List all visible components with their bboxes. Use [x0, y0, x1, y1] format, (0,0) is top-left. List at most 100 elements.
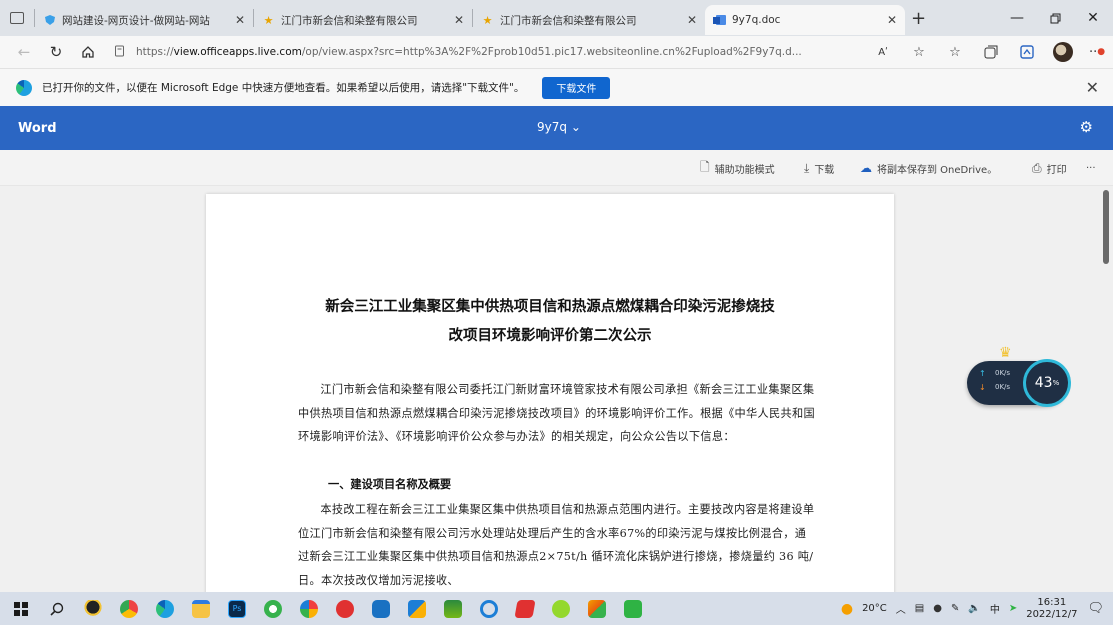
section-heading: 一、建设项目名称及概要: [328, 477, 452, 491]
more-options-button[interactable]: ···: [1086, 150, 1096, 186]
paragraph-intro: 江门市新会信和染整有限公司委托江门新财富环境管家技术有限公司承担《新会三江工业集…: [298, 383, 815, 443]
edge-info-bar: 已打开你的文件，以便在 Microsoft Edge 中快速方便地查看。如果希望…: [0, 68, 1113, 106]
close-tab-icon[interactable]: ✕: [235, 13, 245, 27]
paint-app-icon[interactable]: [582, 594, 612, 624]
pen-icon[interactable]: ✎: [951, 603, 959, 614]
extension-icon[interactable]: [1009, 38, 1045, 66]
word-brand[interactable]: Word: [18, 121, 57, 136]
search-icon[interactable]: [42, 594, 72, 624]
accessibility-mode-button[interactable]: 🗋 辅助功能模式: [700, 150, 775, 186]
map-app-icon[interactable]: [438, 594, 468, 624]
chrome-icon[interactable]: [114, 594, 144, 624]
close-window-button[interactable]: ✕: [1070, 0, 1113, 36]
edge-icon[interactable]: [150, 594, 180, 624]
chevron-up-icon[interactable]: ︿: [896, 601, 906, 616]
security-tray-icon[interactable]: ➤: [1009, 603, 1017, 614]
title-line-1: 新会三江工业集聚区集中供热项目信和热源点燃煤耦合印染污泥掺烧技: [325, 298, 775, 315]
green-browser-icon[interactable]: [258, 594, 288, 624]
download-icon: ⤓: [804, 160, 810, 175]
print-button[interactable]: ⎙ 打印: [1032, 150, 1067, 186]
upload-rate: 0K/s: [995, 369, 1011, 377]
volume-icon[interactable]: 🔈: [968, 603, 980, 614]
tab-title: 江门市新会信和染整有限公司: [281, 14, 418, 27]
url-domain: view.officeapps.live.com: [173, 46, 302, 58]
printer-icon: ⎙: [1032, 160, 1042, 175]
browser-tab-1[interactable]: 网站建设-网页设计-做网站-网站 ✕: [35, 5, 253, 35]
download-file-button[interactable]: 下载文件: [542, 76, 611, 99]
windows-start-icon[interactable]: [6, 594, 36, 624]
weather-temp[interactable]: 20°C: [862, 603, 887, 614]
more-menu-icon[interactable]: ·· ●: [1081, 38, 1113, 66]
new-tab-button[interactable]: +: [911, 8, 926, 29]
shield-app-icon[interactable]: [546, 594, 576, 624]
read-aloud-icon[interactable]: Aʹ: [865, 38, 901, 66]
shield-icon: [43, 14, 56, 27]
close-tab-icon[interactable]: ✕: [454, 13, 464, 27]
tab-title: 江门市新会信和染整有限公司: [500, 14, 637, 27]
save-onedrive-label: 将副本保存到 OneDrive。: [877, 164, 998, 176]
close-tab-icon[interactable]: ✕: [887, 13, 897, 27]
document-icon: 🗋: [700, 159, 710, 174]
document-name: 9y7q: [537, 120, 567, 134]
wps-icon[interactable]: [510, 594, 540, 624]
tab-actions-icon[interactable]: [10, 12, 24, 24]
chevron-down-icon: ⌄: [570, 120, 581, 134]
document-name-menu[interactable]: 9y7q ⌄: [537, 120, 581, 134]
red-app-icon[interactable]: [330, 594, 360, 624]
flag-app-icon[interactable]: [402, 594, 432, 624]
page-info-icon[interactable]: [114, 45, 128, 59]
print-label: 打印: [1046, 164, 1067, 176]
document-viewport[interactable]: 新会三江工业集聚区集中供热项目信和热源点燃煤耦合印染污泥掺烧技 改项目环境影响评…: [0, 186, 1100, 592]
favorite-star-icon[interactable]: ☆: [901, 38, 937, 66]
collections-icon[interactable]: [973, 38, 1009, 66]
refresh-icon[interactable]: ↻: [40, 38, 72, 66]
cloud-icon: ☁: [860, 161, 872, 175]
word-header: Word 9y7q ⌄ ⚙: [0, 106, 1113, 150]
back-icon[interactable]: ←: [8, 38, 40, 66]
photoshop-icon[interactable]: Ps: [222, 594, 252, 624]
upload-arrow-icon: ↑: [979, 369, 986, 378]
tab-title: 网站建设-网页设计-做网站-网站: [62, 14, 210, 27]
qq-icon[interactable]: [78, 594, 108, 624]
network-speed-widget[interactable]: ♛ ↑ 0K/s ↓ 0K/s 43%: [967, 345, 1083, 407]
star-icon: ★: [263, 13, 274, 27]
save-to-onedrive-button[interactable]: ☁ 将副本保存到 OneDrive。: [860, 150, 997, 186]
download-label: 下载: [814, 164, 835, 176]
qq-tray-icon[interactable]: ●: [933, 603, 942, 614]
clock-date: 2022/12/7: [1026, 608, 1078, 620]
weather-icon: ●: [840, 600, 854, 617]
wechat-icon[interactable]: [618, 594, 648, 624]
network-icon[interactable]: ▤: [915, 603, 924, 614]
tab-title: 9y7q.doc: [732, 14, 781, 26]
download-button[interactable]: ⤓ 下载: [804, 150, 834, 186]
address-bar[interactable]: https://view.officeapps.live.com/op/view…: [114, 40, 830, 64]
browser-tab-2[interactable]: ★ 江门市新会信和染整有限公司 ✕: [254, 5, 472, 35]
browser-tab-3[interactable]: ★ 江门市新会信和染整有限公司 ✕: [473, 5, 705, 35]
close-icon[interactable]: ✕: [1086, 78, 1099, 97]
accessibility-mode-label: 辅助功能模式: [714, 164, 775, 176]
scrollbar-thumb[interactable]: [1103, 190, 1109, 264]
favorites-icon[interactable]: ☆: [937, 38, 973, 66]
document-page: 新会三江工业集聚区集中供热项目信和热源点燃煤耦合印染污泥掺烧技 改项目环境影响评…: [206, 194, 894, 592]
url-prefix: https://: [136, 46, 174, 58]
gear-icon[interactable]: ⚙: [1080, 118, 1093, 136]
file-explorer-icon[interactable]: [186, 594, 216, 624]
colorful-app-icon[interactable]: [294, 594, 324, 624]
paragraph-overview: 本技改工程在新会三江工业集聚区集中供热项目信和热源点范围内进行。主要技改内容是将…: [298, 503, 815, 587]
url-path: /op/view.aspx?src=http%3A%2F%2Fprob10d51…: [301, 46, 802, 58]
word-command-bar: 🗋 辅助功能模式 ⤓ 下载 ☁ 将副本保存到 OneDrive。 ⎙ 打印 ···: [0, 150, 1113, 186]
home-icon[interactable]: [72, 38, 104, 66]
ie-icon[interactable]: [474, 594, 504, 624]
clock[interactable]: 16:31 2022/12/7: [1026, 597, 1077, 621]
memory-usage-gauge[interactable]: 43%: [1023, 359, 1071, 407]
browser-tab-active[interactable]: 9y7q.doc ✕: [705, 5, 905, 35]
profile-avatar[interactable]: [1045, 38, 1081, 66]
close-tab-icon[interactable]: ✕: [687, 13, 697, 27]
tab-strip: 网站建设-网页设计-做网站-网站 ✕ ★ 江门市新会信和染整有限公司 ✕ ★ 江…: [0, 0, 1113, 36]
crown-icon: ♛: [999, 345, 1012, 361]
notification-icon[interactable]: 🗨: [1087, 601, 1104, 616]
vertical-scrollbar[interactable]: [1100, 186, 1113, 592]
ime-indicator[interactable]: 中: [990, 601, 1000, 616]
info-bar-message: 已打开你的文件，以便在 Microsoft Edge 中快速方便地查看。如果希望…: [42, 82, 525, 94]
blue-search-app-icon[interactable]: [366, 594, 396, 624]
